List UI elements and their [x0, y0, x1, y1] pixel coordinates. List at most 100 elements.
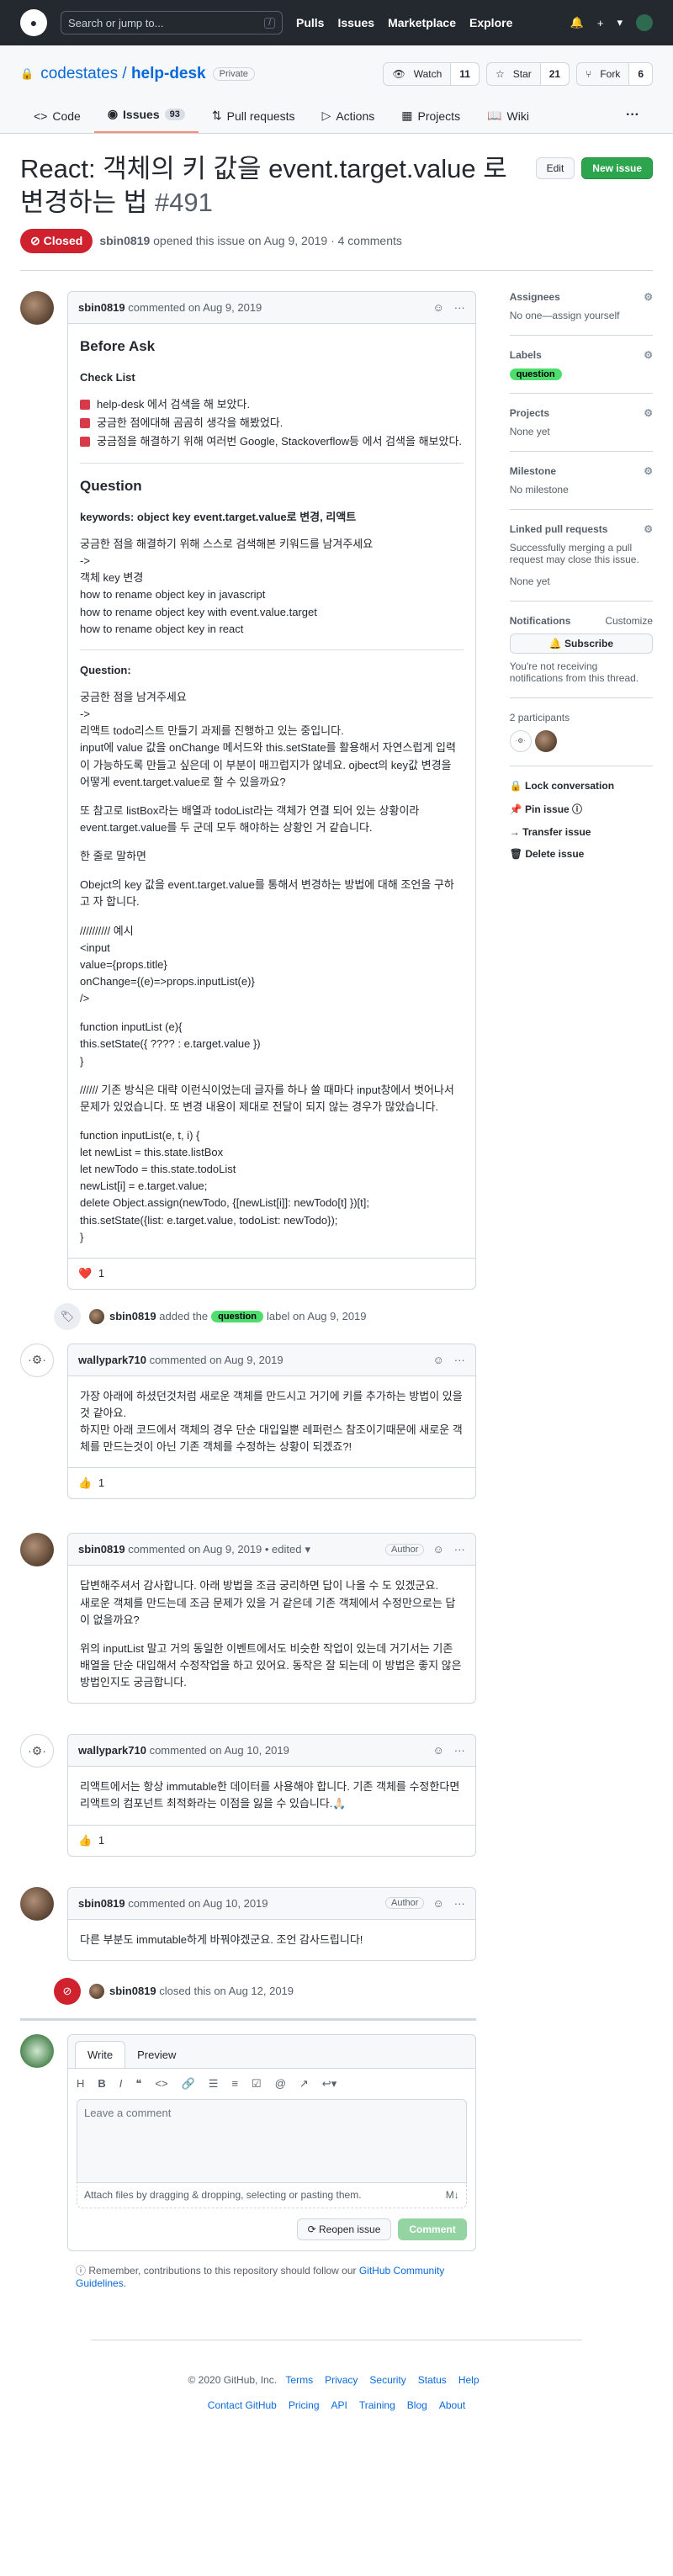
- tab-actions[interactable]: ▷ Actions: [309, 102, 389, 133]
- tab-write[interactable]: Write: [75, 2040, 126, 2068]
- comment-timestamp[interactable]: commented on Aug 9, 2019: [150, 1354, 284, 1366]
- chevron-down-icon[interactable]: ▾: [617, 16, 623, 29]
- more-tabs-button[interactable]: ···: [612, 101, 653, 133]
- comment-button[interactable]: Comment: [398, 2218, 467, 2240]
- heart-reaction-button[interactable]: ❤️ 1: [78, 1267, 108, 1280]
- comment-author[interactable]: sbin0819: [78, 1897, 125, 1910]
- tab-pull-requests[interactable]: ⇅ Pull requests: [199, 102, 309, 133]
- comment-timestamp[interactable]: commented on Aug 9, 2019: [128, 301, 262, 314]
- delete-issue-button[interactable]: 🗑 Delete issue: [510, 848, 653, 860]
- kebab-menu-icon[interactable]: ···: [454, 1744, 465, 1757]
- footer-link[interactable]: Status: [418, 2374, 447, 2386]
- numbered-list-icon[interactable]: ≡: [231, 2077, 238, 2091]
- kebab-menu-icon[interactable]: ···: [454, 1354, 465, 1366]
- event-author[interactable]: sbin0819: [109, 1985, 156, 1997]
- footer-link[interactable]: About: [439, 2399, 465, 2411]
- bulleted-list-icon[interactable]: ☰: [209, 2077, 219, 2091]
- smiley-icon[interactable]: ☺: [432, 1744, 443, 1757]
- comment-textarea[interactable]: Leave a comment: [77, 2098, 467, 2183]
- smiley-icon[interactable]: ☺: [432, 1543, 443, 1556]
- bold-icon[interactable]: B: [98, 2077, 105, 2091]
- tab-projects[interactable]: ▦ Projects: [388, 102, 474, 133]
- nav-link-marketplace[interactable]: Marketplace: [388, 16, 456, 29]
- task-list-icon[interactable]: ☑: [252, 2077, 262, 2091]
- link-icon[interactable]: 🔗: [182, 2077, 195, 2091]
- gear-icon[interactable]: ⚙: [644, 407, 653, 419]
- comment-author[interactable]: sbin0819: [78, 1543, 125, 1556]
- thumbs-up-reaction-button[interactable]: 👍 1: [78, 1834, 108, 1847]
- avatar[interactable]: ·⚙·: [509, 729, 532, 752]
- event-author[interactable]: sbin0819: [109, 1310, 156, 1322]
- pin-issue-button[interactable]: 📌 Pin issue ⓘ: [510, 802, 653, 816]
- footer-link[interactable]: Blog: [407, 2399, 427, 2411]
- watch-button[interactable]: 👁 Watch 11: [383, 62, 480, 86]
- avatar[interactable]: ·⚙·: [20, 1734, 54, 1768]
- avatar[interactable]: ·⚙·: [20, 1343, 54, 1377]
- chevron-down-icon[interactable]: ▾: [305, 1543, 310, 1556]
- tab-wiki[interactable]: 📖 Wiki: [474, 102, 543, 133]
- smiley-icon[interactable]: ☺: [432, 1897, 443, 1910]
- avatar[interactable]: [89, 1308, 104, 1324]
- comment-timestamp[interactable]: commented on Aug 10, 2019: [128, 1897, 268, 1910]
- footer-link[interactable]: Pricing: [289, 2399, 320, 2411]
- gear-icon[interactable]: ⚙: [644, 349, 653, 361]
- cross-reference-icon[interactable]: ↗: [299, 2077, 309, 2091]
- label-badge[interactable]: question: [509, 368, 562, 380]
- gear-icon[interactable]: ⚙: [644, 523, 653, 535]
- star-button[interactable]: ☆ Star 21: [485, 62, 570, 86]
- nav-link-explore[interactable]: Explore: [469, 16, 512, 29]
- footer-link[interactable]: Help: [458, 2374, 480, 2386]
- repo-name-link[interactable]: help-desk: [131, 65, 206, 82]
- bell-icon[interactable]: 🔔: [570, 16, 584, 29]
- tab-code[interactable]: <> Code: [20, 103, 94, 133]
- avatar[interactable]: [20, 2033, 54, 2068]
- avatar[interactable]: [20, 1533, 54, 1567]
- italic-icon[interactable]: I: [119, 2077, 123, 2091]
- tab-issues[interactable]: ◉ Issues 93: [93, 100, 199, 133]
- nav-link-issues[interactable]: Issues: [337, 16, 374, 29]
- plus-icon[interactable]: +: [597, 17, 604, 29]
- search-input[interactable]: Search or jump to... /: [61, 11, 283, 34]
- footer-link[interactable]: Training: [359, 2399, 395, 2411]
- kebab-menu-icon[interactable]: ···: [454, 301, 465, 314]
- comment-author[interactable]: wallypark710: [78, 1354, 146, 1366]
- mention-icon[interactable]: @: [275, 2077, 286, 2091]
- footer-link[interactable]: API: [331, 2399, 347, 2411]
- reply-icon[interactable]: ↩▾: [322, 2077, 336, 2091]
- attach-files-area[interactable]: Attach files by dragging & dropping, sel…: [77, 2182, 467, 2208]
- avatar[interactable]: [20, 1886, 54, 1921]
- fork-button[interactable]: ⑂ Fork 6: [576, 62, 653, 86]
- github-logo-icon[interactable]: ●: [20, 9, 47, 36]
- smiley-icon[interactable]: ☺: [432, 1354, 443, 1366]
- lock-conversation-button[interactable]: 🔒 Lock conversation: [510, 780, 653, 792]
- avatar[interactable]: [20, 290, 54, 325]
- assignees-value[interactable]: No one—assign yourself: [510, 310, 653, 321]
- subscribe-button[interactable]: 🔔 Subscribe: [509, 633, 653, 654]
- smiley-icon[interactable]: ☺: [432, 301, 443, 314]
- comment-author[interactable]: sbin0819: [78, 301, 125, 314]
- nav-link-pulls[interactable]: Pulls: [296, 16, 324, 29]
- markdown-icon[interactable]: M↓: [446, 2189, 459, 2201]
- issue-author-link[interactable]: sbin0819: [99, 234, 150, 247]
- new-issue-button[interactable]: New issue: [581, 157, 653, 179]
- tab-preview[interactable]: Preview: [125, 2042, 188, 2068]
- fork-count[interactable]: 6: [628, 63, 652, 85]
- label-badge[interactable]: question: [211, 1310, 263, 1322]
- star-count[interactable]: 21: [539, 63, 570, 85]
- heading-icon[interactable]: H: [77, 2077, 84, 2091]
- kebab-menu-icon[interactable]: ···: [454, 1897, 465, 1910]
- quote-icon[interactable]: ❝: [135, 2077, 141, 2091]
- comment-timestamp[interactable]: commented on Aug 9, 2019 • edited: [128, 1543, 301, 1556]
- repo-owner-link[interactable]: codestates: [40, 65, 118, 82]
- kebab-menu-icon[interactable]: ···: [454, 1543, 465, 1556]
- avatar[interactable]: [636, 14, 653, 31]
- footer-link[interactable]: Terms: [285, 2374, 313, 2386]
- avatar[interactable]: [89, 1983, 104, 1999]
- comment-author[interactable]: wallypark710: [78, 1744, 146, 1757]
- thumbs-up-reaction-button[interactable]: 👍 1: [78, 1476, 108, 1489]
- footer-link[interactable]: Privacy: [325, 2374, 358, 2386]
- reopen-issue-button[interactable]: ⟳ Reopen issue: [296, 2218, 392, 2240]
- edit-button[interactable]: Edit: [535, 157, 575, 179]
- footer-link[interactable]: Security: [369, 2374, 405, 2386]
- gear-icon[interactable]: ⚙: [644, 291, 653, 303]
